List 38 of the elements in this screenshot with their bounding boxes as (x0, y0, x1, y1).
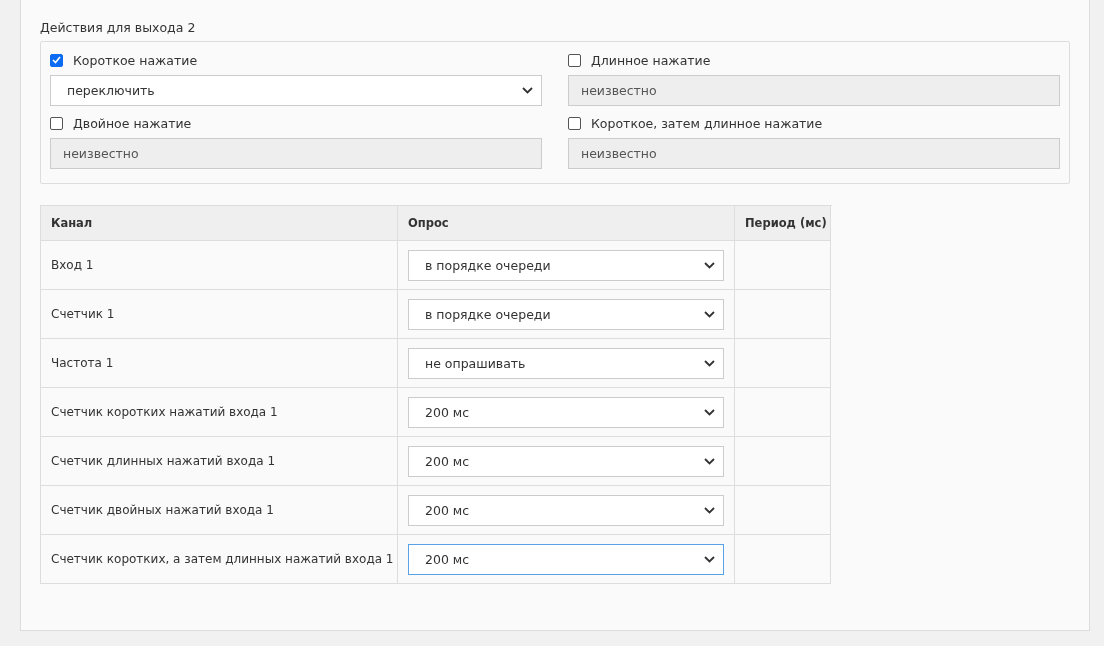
poll-dropdown[interactable]: в порядке очереди (408, 250, 724, 281)
chevron-down-icon (704, 458, 715, 465)
checkbox-label: Длинное нажатие (591, 52, 711, 68)
chevron-down-icon (704, 311, 715, 318)
chevron-down-icon (704, 409, 715, 416)
table-cell: Частота 1 (41, 339, 398, 388)
table-cell: Вход 1 (41, 241, 398, 290)
chevron-down-icon (704, 360, 715, 367)
checkbox[interactable] (568, 53, 581, 67)
checkbox-label: Короткое, затем длинное нажатие (591, 115, 823, 131)
checkbox[interactable] (50, 116, 63, 130)
column-header: Опрос (398, 206, 735, 241)
table-cell: Счетчик двойных нажатий входа 1 (41, 486, 398, 535)
poll-dropdown[interactable]: 200 мс (408, 544, 724, 575)
section-title: Действия для выхода 2 (40, 20, 197, 35)
chevron-down-icon (704, 262, 715, 269)
table-cell: Счетчик коротких нажатий входа 1 (41, 388, 398, 437)
table-cell: Счетчик длинных нажатий входа 1 (41, 437, 398, 486)
readonly-field: неизвестно (568, 138, 1060, 169)
column-header: Период (мс) (735, 206, 831, 241)
readonly-field: неизвестно (50, 138, 542, 169)
poll-dropdown[interactable]: не опрашивать (408, 348, 724, 379)
table-cell: Счетчик 1 (41, 290, 398, 339)
poll-dropdown[interactable]: 200 мс (408, 446, 724, 477)
readonly-field: неизвестно (568, 75, 1060, 106)
chevron-down-icon (704, 556, 715, 563)
chevron-down-icon (704, 507, 715, 514)
column-header: Канал (41, 206, 398, 241)
checkbox[interactable] (50, 53, 63, 67)
poll-dropdown[interactable]: 200 мс (408, 495, 724, 526)
poll-dropdown[interactable]: 200 мс (408, 397, 724, 428)
poll-dropdown[interactable]: в порядке очереди (408, 299, 724, 330)
checkbox-label: Двойное нажатие (73, 115, 192, 131)
action-dropdown[interactable]: переключить (50, 75, 542, 106)
checkbox-label: Короткое нажатие (73, 52, 198, 68)
checkbox[interactable] (568, 116, 581, 130)
table-cell: Счетчик коротких, а затем длинных нажатий входа 1 (41, 535, 398, 584)
chevron-down-icon (522, 87, 533, 94)
